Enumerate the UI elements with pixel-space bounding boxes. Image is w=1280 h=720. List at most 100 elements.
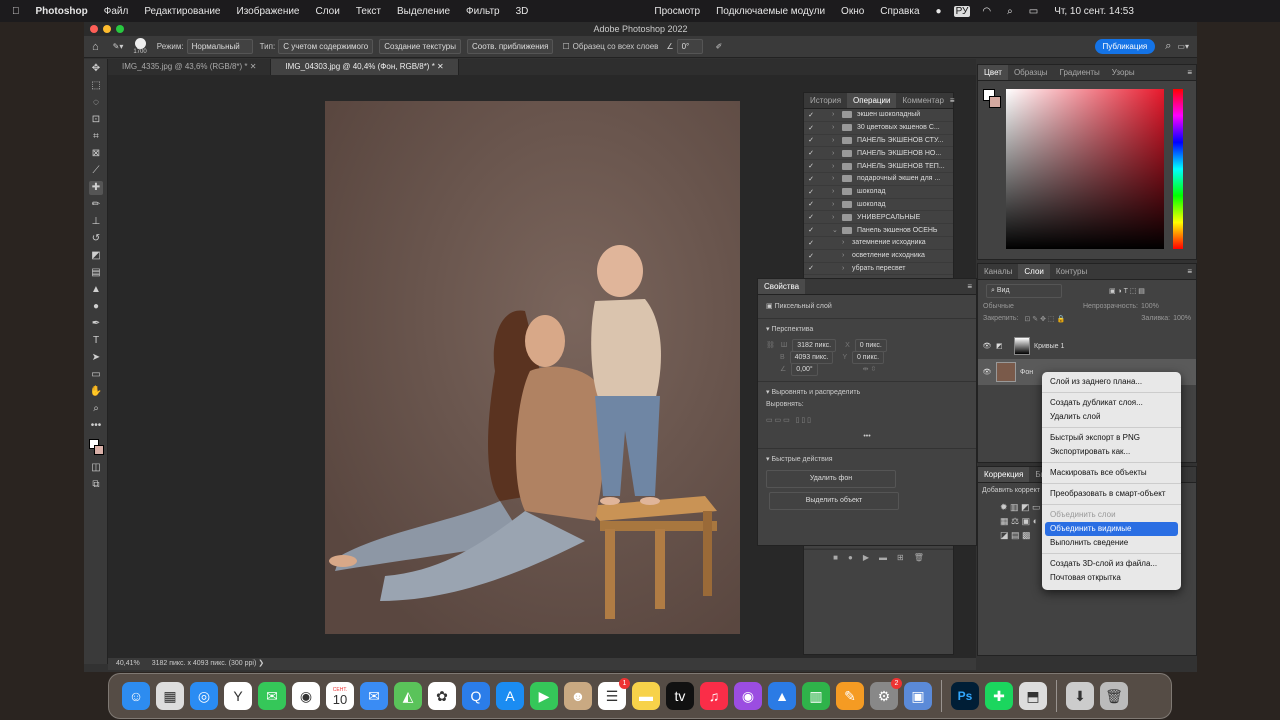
layer-mask-thumb[interactable] [1014, 337, 1030, 355]
publish-button[interactable]: Публикация [1094, 39, 1156, 54]
healing-brush-icon[interactable]: ✎▾ [113, 42, 124, 51]
flip-v-icon[interactable]: ⇳ [870, 366, 876, 373]
opacity-input[interactable]: 100% [1141, 303, 1159, 310]
action-set-row[interactable]: ✓ › подарочный экшен для ... [804, 173, 953, 186]
tab-actions[interactable]: Операции [847, 93, 897, 108]
dock-notes-icon[interactable]: ▬ [632, 682, 660, 710]
dock-mail-icon[interactable]: ✉ [360, 682, 388, 710]
clock[interactable]: Чт, 10 сент. 14:53 [1054, 6, 1134, 17]
fill-input[interactable]: 100% [1173, 315, 1191, 323]
expand-arrow-icon[interactable]: ⌄ [832, 226, 842, 234]
angle-input[interactable]: 0° [676, 39, 703, 54]
dock-chrome-icon[interactable]: ◉ [292, 682, 320, 710]
expand-arrow-icon[interactable]: › [832, 137, 842, 144]
expand-arrow-icon[interactable]: › [842, 265, 852, 272]
check-icon[interactable]: ✓ [804, 200, 818, 208]
play-icon[interactable]: ▶ [863, 553, 869, 562]
home-icon[interactable]: ⌂ [92, 41, 99, 53]
color-swatches-icon[interactable] [89, 436, 104, 458]
expand-arrow-icon[interactable]: › [832, 124, 842, 131]
close-window-icon[interactable] [90, 25, 98, 33]
menu-view[interactable]: Просмотр [654, 6, 700, 17]
tab-comments[interactable]: Комментар [896, 96, 949, 105]
action-set-row[interactable]: ✓ › шоколад [804, 199, 953, 212]
context-menu-item[interactable]: Создать 3D-слой из файла... [1042, 557, 1181, 571]
fg-bg-swatch[interactable] [983, 89, 1003, 109]
menu-text[interactable]: Текст [356, 6, 381, 17]
y-input[interactable]: 0 пикс. [851, 351, 885, 364]
menu-help[interactable]: Справка [880, 6, 919, 17]
move-tool-icon[interactable]: ✥ [89, 62, 103, 76]
expand-arrow-icon[interactable]: › [842, 239, 852, 246]
expand-arrow-icon[interactable]: › [832, 150, 842, 157]
layer-thumb[interactable] [996, 362, 1016, 382]
menu-plugins[interactable]: Подключаемые модули [716, 6, 825, 17]
dock-capture-icon[interactable]: ⬒ [1019, 682, 1047, 710]
quick-actions-section[interactable]: ▾ Быстрые действия [766, 454, 968, 466]
dock-trash-icon[interactable]: 🗑 [1100, 682, 1128, 710]
dock-downloads-icon[interactable]: ⬇ [1066, 682, 1094, 710]
dock-finder-icon[interactable]: ☺ [122, 682, 150, 710]
healing-tool-icon[interactable]: ✚ [89, 181, 103, 195]
workspace-icon[interactable]: ▭▾ [1177, 42, 1189, 51]
object-select-tool-icon[interactable]: ⊡ [89, 113, 103, 127]
create-texture-button[interactable]: Создание текстуры [379, 39, 461, 54]
check-icon[interactable]: ✓ [804, 111, 818, 119]
dock-facetime-icon[interactable]: ▶ [530, 682, 558, 710]
dock-appletv-icon[interactable]: tv [666, 682, 694, 710]
tab-history[interactable]: История [804, 96, 847, 105]
tab-img-4335[interactable]: IMG_4335.jpg @ 43,6% (RGB/8*) * ✕ [108, 59, 272, 75]
apple-logo-icon[interactable]:  [12, 6, 20, 17]
dock-appstore-icon[interactable]: A [496, 682, 524, 710]
menu-edit[interactable]: Редактирование [144, 6, 220, 17]
dock-music-icon[interactable]: ♫ [700, 682, 728, 710]
context-menu-item[interactable]: Удалить слой [1042, 410, 1181, 424]
layer-row[interactable]: 👁 ◩ Кривые 1 [978, 333, 1196, 359]
action-set-row[interactable]: ✓ › ПАНЕЛЬ ЭКШЕНОВ НО... [804, 147, 953, 161]
context-menu-item[interactable]: Маскировать все объекты [1042, 466, 1181, 480]
menu-image[interactable]: Изображение [237, 6, 300, 17]
menu-file[interactable]: Файл [104, 6, 129, 17]
new-action-icon[interactable]: ⊞ [897, 553, 904, 562]
lasso-tool-icon[interactable]: ◌ [89, 96, 103, 110]
color-field[interactable] [1006, 89, 1164, 249]
app-menu[interactable]: Photoshop [36, 6, 88, 17]
visibility-eye-icon[interactable]: 👁 [978, 368, 996, 376]
gradient-tool-icon[interactable]: ▤ [89, 266, 103, 280]
action-set-row[interactable]: ✓ › шоколад [804, 186, 953, 199]
control-center-icon[interactable]: ▭ [1029, 6, 1038, 17]
filter-icons[interactable]: ▣ ◑ T ⬚ ▤ [1109, 287, 1145, 295]
dock-qbrowser-icon[interactable]: Q [462, 682, 490, 710]
hand-tool-icon[interactable]: ✋ [89, 385, 103, 399]
dock-messages-icon[interactable]: ✉ [258, 682, 286, 710]
panel-menu-icon[interactable]: ≡ [1187, 68, 1192, 77]
action-set-row[interactable]: ✓ › УНИВЕРСАЛЬНЫЕ [804, 211, 953, 225]
dock-settings-icon[interactable]: ⚙ 2 [870, 678, 902, 710]
proximity-match-button[interactable]: Соотв. приближения [466, 39, 554, 54]
dock-photos-icon[interactable]: ✿ [428, 682, 456, 710]
stamp-tool-icon[interactable]: ⊥ [89, 215, 103, 229]
check-icon[interactable]: ✓ [804, 264, 818, 272]
dock-contacts-icon[interactable]: ☻ [564, 682, 592, 710]
dock-pages-icon[interactable]: ✎ [836, 682, 864, 710]
panel-menu-icon[interactable]: ≡ [950, 96, 955, 105]
dock-calendar-icon[interactable]: СЕНТ. 10 [326, 682, 354, 710]
remove-bg-button[interactable]: Удалить фон [766, 470, 896, 488]
marquee-tool-icon[interactable]: ⬚ [89, 79, 103, 93]
tab-swatches[interactable]: Образцы [1008, 68, 1054, 77]
zoom-tool-icon[interactable]: ⌕ [89, 402, 103, 416]
tab-gradients[interactable]: Градиенты [1054, 68, 1106, 77]
context-menu-item[interactable]: Выполнить сведение [1042, 536, 1181, 550]
dock-photoshop-icon[interactable]: Ps [951, 682, 979, 710]
status-arrow-icon[interactable]: ❯ [258, 660, 264, 667]
wifi-icon[interactable]: ◠ [982, 6, 991, 17]
menu-filter[interactable]: Фильтр [466, 6, 500, 17]
context-menu-item[interactable]: Слой из заднего плана... [1042, 375, 1181, 389]
pen-tool-icon[interactable]: ✒ [89, 317, 103, 331]
context-menu-item[interactable]: Объединить видимые [1045, 522, 1178, 536]
content-aware-button[interactable]: С учетом содержимого [278, 39, 374, 54]
document-info[interactable]: 3182 пикс. x 4093 пикс. (300 ppi) [152, 660, 257, 667]
tab-layers[interactable]: Слои [1018, 264, 1050, 279]
type-tool-icon[interactable]: T [89, 334, 103, 348]
action-set-row[interactable]: ✓ › 30 цветовых экшенов С... [804, 122, 953, 135]
